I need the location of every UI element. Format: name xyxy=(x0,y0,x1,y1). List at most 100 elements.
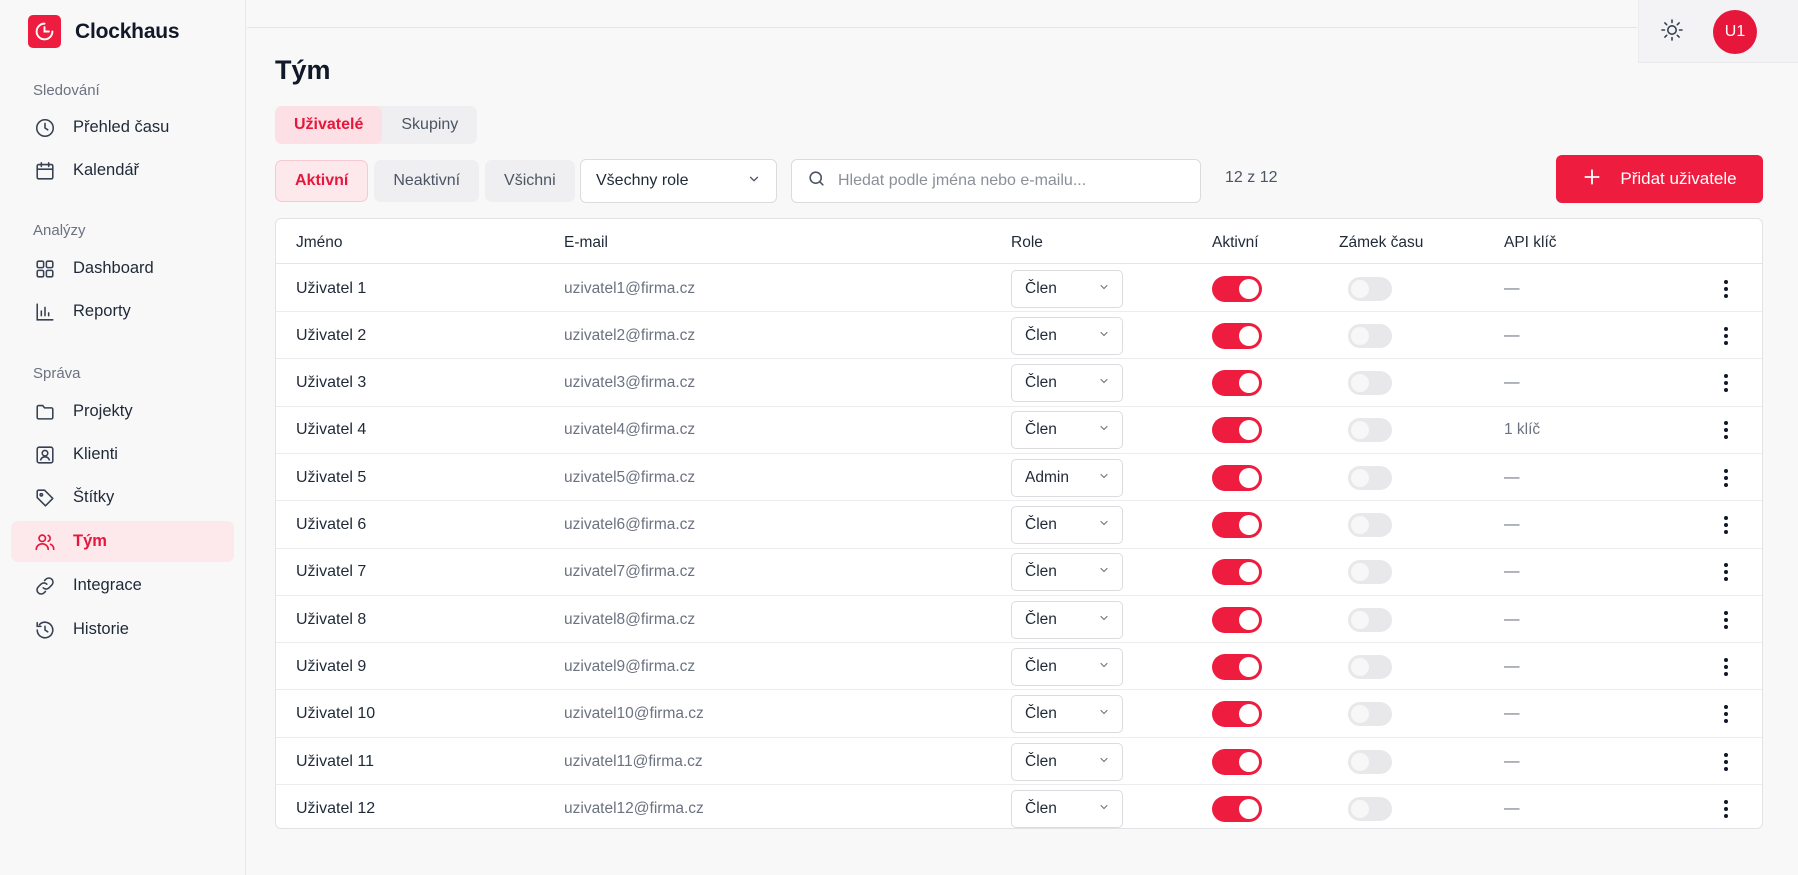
sidebar-item-time-overview[interactable]: Přehled času xyxy=(11,107,234,148)
time-lock-toggle[interactable] xyxy=(1348,702,1392,727)
table-row[interactable]: Uživatel 2 uzivatel2@firma.cz Člen — xyxy=(276,312,1762,360)
row-menu-button[interactable] xyxy=(1714,454,1738,501)
role-select[interactable]: Člen xyxy=(1011,316,1123,355)
table-row[interactable]: Uživatel 10 uzivatel10@firma.cz Člen — xyxy=(276,691,1762,738)
role-select[interactable]: Člen xyxy=(1011,364,1123,403)
time-lock-toggle[interactable] xyxy=(1348,323,1392,348)
table-row[interactable]: Uživatel 3 uzivatel3@firma.cz Člen — xyxy=(276,360,1762,407)
row-menu-button[interactable] xyxy=(1714,407,1738,454)
role-select[interactable]: Člen xyxy=(1011,742,1123,781)
time-lock-toggle[interactable] xyxy=(1348,418,1392,443)
time-lock-toggle[interactable] xyxy=(1348,513,1392,537)
time-lock-cell xyxy=(1348,454,1392,501)
active-toggle[interactable] xyxy=(1212,370,1262,397)
active-toggle[interactable] xyxy=(1212,275,1262,302)
column-header-active[interactable]: Aktivní xyxy=(1212,234,1259,252)
table-row[interactable]: Uživatel 8 uzivatel8@firma.cz Člen — xyxy=(276,596,1762,644)
row-menu-button[interactable] xyxy=(1714,643,1738,690)
table-row[interactable]: Uživatel 12 uzivatel12@firma.cz Člen — xyxy=(276,785,1762,832)
role-filter-select[interactable]: Všechny role xyxy=(580,159,777,203)
table-row[interactable]: Uživatel 9 uzivatel9@firma.cz Člen — xyxy=(276,643,1762,691)
table-row[interactable]: Uživatel 6 uzivatel6@firma.cz Člen — xyxy=(276,502,1762,549)
add-user-button[interactable]: Přidat uživatele xyxy=(1556,155,1763,203)
column-header-time-lock[interactable]: Zámek času xyxy=(1339,234,1423,252)
time-lock-cell xyxy=(1348,360,1392,407)
sidebar-item-calendar[interactable]: Kalendář xyxy=(11,150,234,191)
role-cell: Člen xyxy=(1011,360,1123,407)
sidebar-item-clients[interactable]: Klienti xyxy=(11,434,234,475)
role-select[interactable]: Člen xyxy=(1011,695,1123,734)
active-toggle[interactable] xyxy=(1212,653,1262,680)
search-box[interactable] xyxy=(791,159,1201,203)
time-lock-toggle[interactable] xyxy=(1348,371,1392,396)
sidebar-item-integrations[interactable]: Integrace xyxy=(11,565,234,606)
row-menu-button[interactable] xyxy=(1714,312,1738,359)
role-select[interactable]: Člen xyxy=(1011,647,1123,686)
sidebar-item-reports[interactable]: Reporty xyxy=(11,291,234,332)
active-toggle[interactable] xyxy=(1212,701,1262,728)
column-header-email[interactable]: E-mail xyxy=(564,234,608,252)
tab-groups[interactable]: Skupiny xyxy=(382,106,477,144)
avatar[interactable]: U1 xyxy=(1713,10,1757,54)
toggle-knob xyxy=(1351,705,1369,724)
active-cell xyxy=(1212,360,1262,407)
time-lock-toggle[interactable] xyxy=(1348,749,1392,774)
sidebar-item-tags[interactable]: Štítky xyxy=(11,477,234,518)
user-card-icon xyxy=(33,443,57,467)
active-toggle[interactable] xyxy=(1212,464,1262,491)
tab-users[interactable]: Uživatelé xyxy=(275,106,383,144)
time-lock-toggle[interactable] xyxy=(1348,276,1392,301)
role-select[interactable]: Admin xyxy=(1011,458,1123,497)
row-menu-button[interactable] xyxy=(1714,502,1738,549)
row-menu-button[interactable] xyxy=(1714,738,1738,785)
api-key-value: — xyxy=(1504,279,1520,297)
table-row[interactable]: Uživatel 4 uzivatel4@firma.cz Člen 1 klíč xyxy=(276,407,1762,454)
role-select[interactable]: Člen xyxy=(1011,553,1123,592)
chevron-down-icon xyxy=(1098,658,1110,676)
filter-inactive[interactable]: Neaktivní xyxy=(374,160,480,202)
role-cell: Člen xyxy=(1011,407,1123,454)
row-menu-button[interactable] xyxy=(1714,360,1738,407)
active-toggle[interactable] xyxy=(1212,606,1262,633)
role-select[interactable]: Člen xyxy=(1011,269,1123,308)
active-toggle[interactable] xyxy=(1212,748,1262,775)
table-row[interactable]: Uživatel 7 uzivatel7@firma.cz Člen — xyxy=(276,549,1762,596)
role-select[interactable]: Člen xyxy=(1011,506,1123,544)
column-header-name[interactable]: Jméno xyxy=(296,234,343,252)
time-lock-toggle[interactable] xyxy=(1348,560,1392,585)
role-select[interactable]: Člen xyxy=(1011,600,1123,639)
time-lock-toggle[interactable] xyxy=(1348,465,1392,490)
time-lock-toggle[interactable] xyxy=(1348,654,1392,679)
brand[interactable]: Clockhaus xyxy=(28,15,180,48)
sidebar-item-projects[interactable]: Projekty xyxy=(11,391,234,432)
time-lock-toggle[interactable] xyxy=(1348,607,1392,632)
sidebar-item-team[interactable]: Tým xyxy=(11,521,234,562)
sidebar-item-history[interactable]: Historie xyxy=(11,609,234,650)
role-select[interactable]: Člen xyxy=(1011,411,1123,450)
row-menu-button[interactable] xyxy=(1714,549,1738,596)
time-lock-toggle[interactable] xyxy=(1348,796,1392,821)
row-menu-button[interactable] xyxy=(1714,265,1738,312)
active-toggle[interactable] xyxy=(1212,795,1262,822)
sidebar-item-dashboard[interactable]: Dashboard xyxy=(11,248,234,289)
search-input[interactable] xyxy=(838,172,1188,190)
row-menu-button[interactable] xyxy=(1714,785,1738,832)
column-header-role[interactable]: Role xyxy=(1011,234,1043,252)
column-header-api-key[interactable]: API klíč xyxy=(1504,234,1557,252)
table-row[interactable]: Uživatel 5 uzivatel5@firma.cz Admin — xyxy=(276,454,1762,502)
filter-active[interactable]: Aktivní xyxy=(275,160,369,202)
api-key-value: — xyxy=(1504,563,1520,581)
theme-toggle-button[interactable] xyxy=(1657,17,1687,47)
row-menu-button[interactable] xyxy=(1714,596,1738,643)
filter-all[interactable]: Všichni xyxy=(485,160,575,202)
active-toggle[interactable] xyxy=(1212,559,1262,586)
active-toggle[interactable] xyxy=(1212,322,1262,349)
table-row[interactable]: Uživatel 11 uzivatel11@firma.cz Člen — xyxy=(276,738,1762,785)
active-toggle[interactable] xyxy=(1212,512,1262,538)
row-menu-button[interactable] xyxy=(1714,691,1738,738)
table-row[interactable]: Uživatel 1 uzivatel1@firma.cz Člen — xyxy=(276,265,1762,312)
active-toggle[interactable] xyxy=(1212,417,1262,444)
active-cell xyxy=(1212,643,1262,690)
role-select[interactable]: Člen xyxy=(1011,789,1123,828)
active-cell xyxy=(1212,312,1262,359)
